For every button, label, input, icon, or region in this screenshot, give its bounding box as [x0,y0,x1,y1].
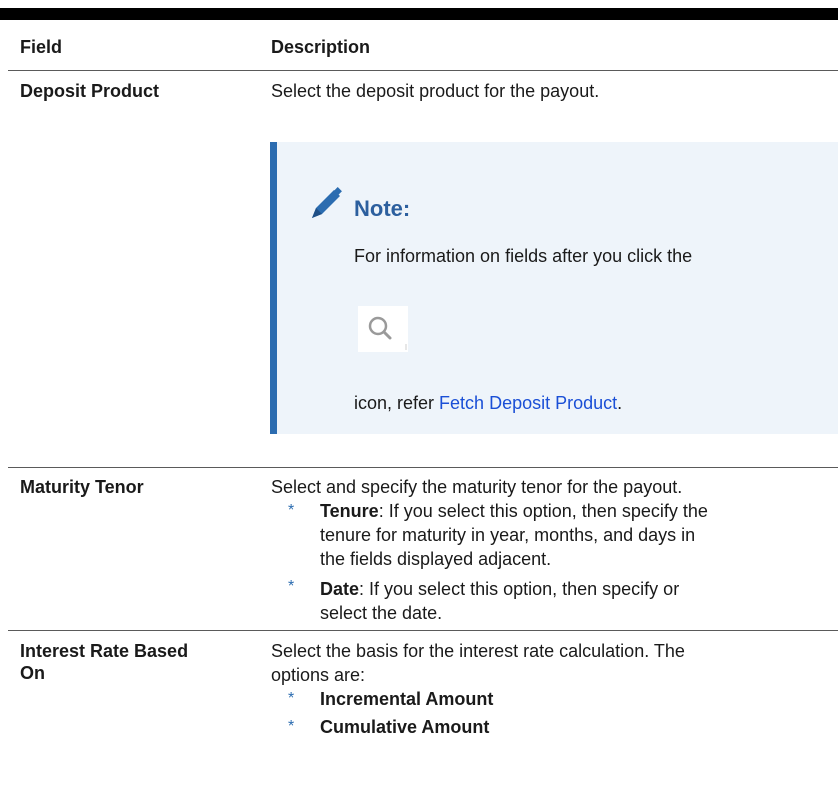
bullet-tenure-text: : If you select this option, then specif… [378,501,708,521]
description-interest-rate-line1: Select the basis for the interest rate c… [271,641,685,661]
option-cumulative-amount: Cumulative Amount [320,717,490,737]
fetch-deposit-product-link[interactable]: Fetch Deposit Product [439,393,617,413]
bullet-date-text: : If you select this option, then specif… [359,579,680,599]
header-divider [8,70,838,71]
option-incremental-amount: Incremental Amount [320,689,494,709]
bullet-tenure-line3: the fields displayed adjacent. [320,549,552,569]
bullet-date-line2: select the date. [320,603,443,623]
column-header-description: Description [271,37,371,57]
bullet-marker: * [288,718,295,735]
field-interest-rate-based-on-line2: On [20,663,45,683]
row-divider-2 [8,630,838,631]
bullet-date-term: Date [320,579,360,599]
description-deposit-product: Select the deposit product for the payou… [271,81,600,101]
note-text-prefix: icon, refer [354,393,440,413]
bullet-tenure-term: Tenure [320,501,379,521]
description-maturity-tenor: Select and specify the maturity tenor fo… [271,477,683,497]
note-text-suffix: . [617,393,623,413]
field-interest-rate-based-on-line1: Interest Rate Based [20,641,189,661]
search-icon [358,306,408,352]
pencil-icon [312,187,342,218]
note-box [270,142,838,434]
bullet-marker: * [288,502,295,519]
description-interest-rate-line2: options are: [271,665,366,685]
bullet-date-line1: Date: If you select this option, then sp… [320,578,679,600]
row-divider-1 [8,467,838,468]
column-header-field: Field [20,37,63,57]
top-rule [0,8,838,20]
note-text-line2: icon, refer Fetch Deposit Product. [354,392,622,414]
bullet-marker: * [288,578,295,595]
bullet-marker: * [288,690,295,707]
field-maturity-tenor: Maturity Tenor [20,477,144,497]
note-title: Note: [354,196,411,221]
bullet-tenure-line1: Tenure: If you select this option, then … [320,500,708,522]
field-deposit-product: Deposit Product [20,81,160,101]
bullet-tenure-line2: tenure for maturity in year, months, and… [320,525,696,545]
note-text-line1: For information on fields after you clic… [354,246,693,266]
